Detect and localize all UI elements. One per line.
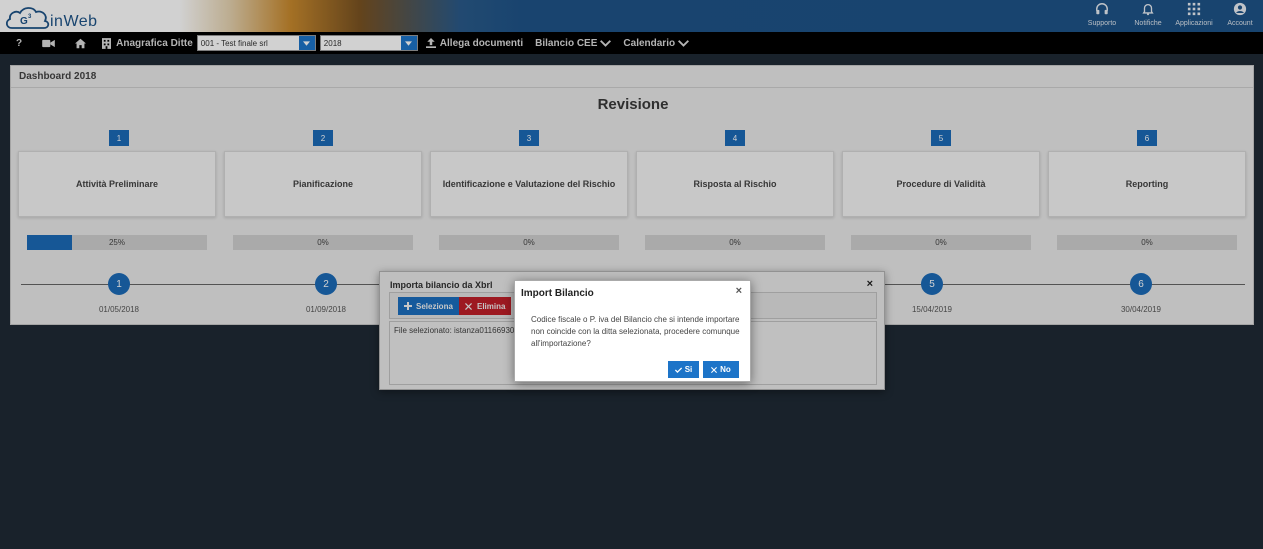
close-icon	[711, 366, 718, 373]
yes-label: Si	[684, 365, 693, 374]
confirm-dialog-message: Codice fiscale o P. iva del Bilancio che…	[531, 315, 740, 348]
import-bilancio-confirm-dialog: Import Bilancio × Codice fiscale o P. iv…	[514, 280, 751, 382]
no-button[interactable]: No	[703, 361, 739, 378]
yes-button[interactable]: Si	[668, 361, 699, 378]
confirm-dialog-close-button[interactable]: ×	[736, 285, 742, 297]
confirm-dialog-title: Import Bilancio	[521, 288, 594, 299]
check-icon	[674, 366, 682, 373]
no-label: No	[720, 365, 731, 374]
